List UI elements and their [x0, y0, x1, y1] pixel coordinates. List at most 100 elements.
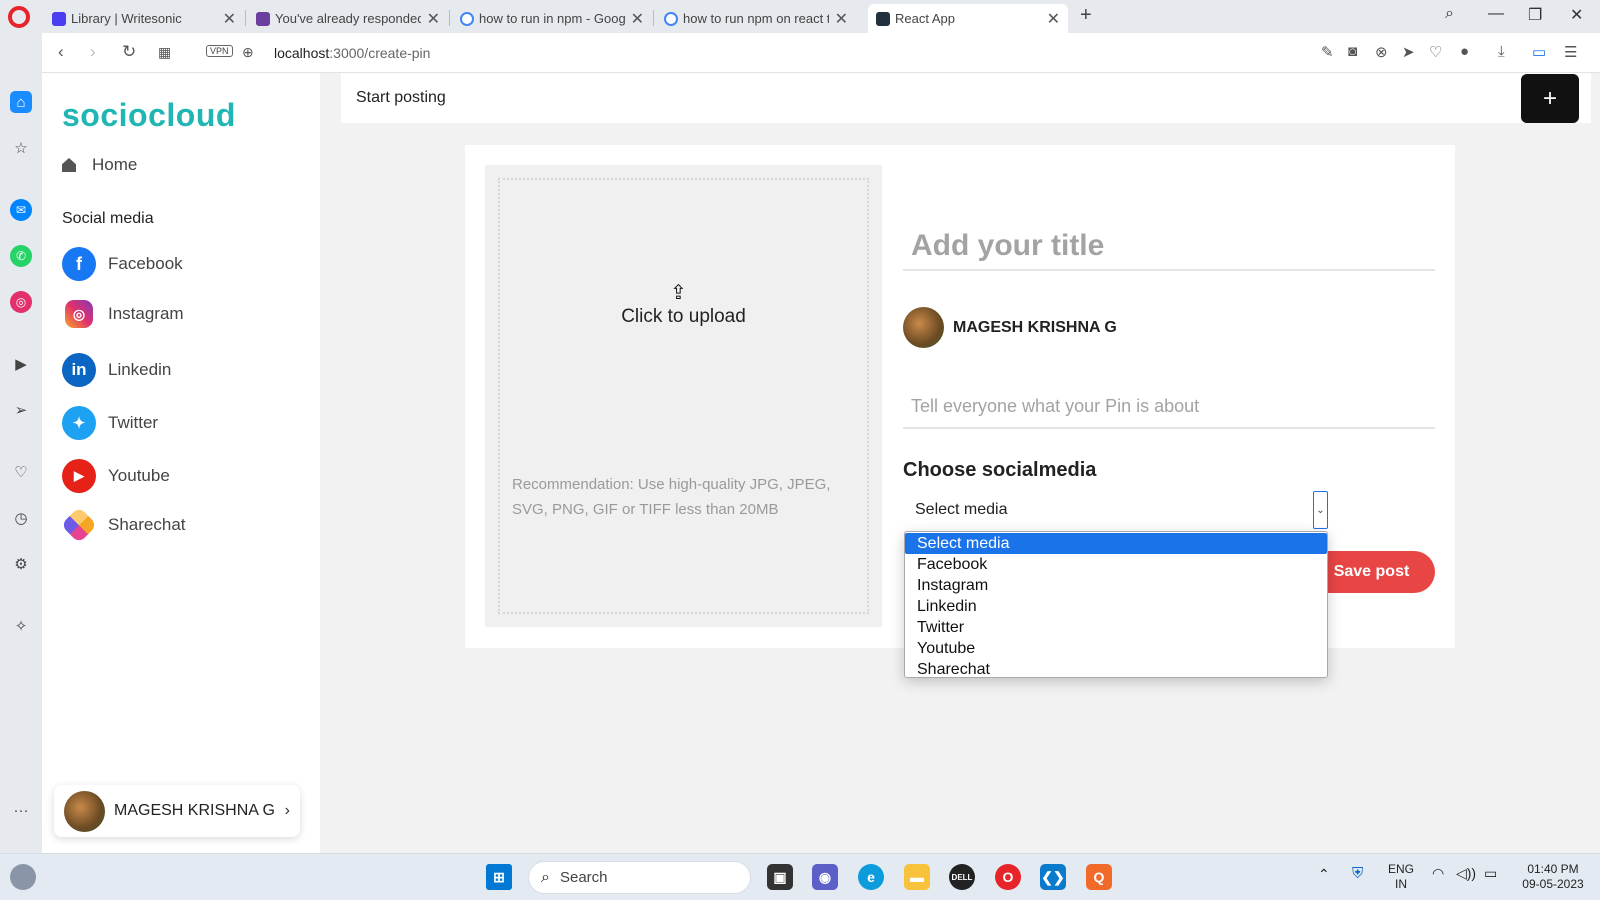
download-icon[interactable]: ⤓ — [1498, 43, 1505, 60]
home-icon[interactable]: ⌂ — [10, 91, 32, 113]
easy-setup-icon[interactable]: ☰ — [1564, 43, 1577, 61]
clock[interactable]: 01:40 PM 09-05-2023 — [1514, 862, 1592, 892]
socialmedia-dropdown: Select media Facebook Instagram Linkedin… — [904, 531, 1328, 678]
browser-search-icon[interactable]: ⌕ — [1445, 5, 1454, 23]
reload-icon[interactable]: ↻ — [122, 42, 136, 62]
sidebar-item-instagram[interactable]: ◎ Instagram — [62, 300, 184, 328]
send-icon[interactable]: ➤ — [1402, 43, 1415, 61]
whatsapp-icon[interactable]: ✆ — [10, 245, 32, 267]
dropdown-option-instagram[interactable]: Instagram — [905, 575, 1327, 596]
google-favicon-icon — [664, 11, 678, 26]
wifi-icon[interactable]: ◠ — [1432, 866, 1444, 881]
close-tab-icon[interactable]: ✕ — [427, 9, 440, 29]
chevron-down-icon[interactable]: ⌄ — [1313, 491, 1328, 529]
sidebar-item-home[interactable]: Home — [62, 155, 137, 175]
address-bar: ‹ › ↻ ▦ VPN ⊕ localhost:3000/create-pin … — [42, 33, 1600, 73]
url-field[interactable]: localhost:3000/create-pin — [274, 45, 430, 61]
battery-saver-icon[interactable]: ▭ — [1532, 43, 1546, 61]
chevron-up-icon[interactable]: ⌃ — [1318, 867, 1330, 882]
vpn-badge[interactable]: VPN — [206, 45, 233, 57]
volume-icon[interactable]: ◁)) — [1456, 866, 1476, 881]
browser-tab-google-2[interactable]: how to run npm on react to ✕ — [656, 4, 856, 33]
weather-icon[interactable] — [10, 864, 36, 890]
sidebar-item-sharechat[interactable]: Sharechat — [60, 506, 186, 544]
browser-tab-google-1[interactable]: how to run in npm - Googl ✕ — [452, 4, 652, 33]
close-window-icon[interactable]: ✕ — [1570, 5, 1583, 25]
dropdown-option-select-media[interactable]: Select media — [905, 533, 1327, 554]
minimize-icon[interactable]: — — [1488, 5, 1504, 23]
search-icon: ⌕ — [541, 868, 550, 886]
profile-icon[interactable]: ● — [1460, 43, 1469, 60]
dropdown-option-youtube[interactable]: Youtube — [905, 638, 1327, 659]
google-favicon-icon — [460, 11, 474, 26]
adblock-icon[interactable]: ⊗ — [1375, 43, 1388, 61]
dropdown-option-sharechat[interactable]: Sharechat — [905, 659, 1327, 680]
heart-icon[interactable]: ♡ — [1429, 43, 1442, 61]
edge-icon[interactable]: e — [858, 864, 884, 890]
create-post-button[interactable]: + — [1521, 74, 1579, 123]
windows-start-icon[interactable]: ⊞ — [486, 864, 512, 890]
vscode-icon[interactable]: ❮❯ — [1040, 864, 1066, 890]
avatar — [903, 307, 944, 348]
sidebar-item-label: Youtube — [108, 466, 170, 485]
brand-logo[interactable]: sociocloud — [62, 97, 236, 134]
battery-icon[interactable]: ▭ — [1484, 866, 1497, 881]
sidebar-item-youtube[interactable]: ▶ Youtube — [62, 459, 170, 493]
instagram-icon[interactable]: ◎ — [10, 291, 32, 313]
history-icon[interactable]: ◷ — [10, 507, 32, 529]
user-name: MAGESH KRISHNA G — [114, 802, 275, 819]
taskbar-search[interactable]: ⌕ Search — [528, 861, 751, 894]
bookmarks-icon[interactable]: ♡ — [10, 461, 32, 483]
settings-icon[interactable]: ⚙ — [10, 553, 32, 575]
flow-icon[interactable]: ➢ — [10, 399, 32, 421]
sidebar-item-label: Twitter — [108, 413, 159, 432]
facebook-icon: f — [62, 247, 96, 281]
sidebar-item-twitter[interactable]: ✦ Twitter — [62, 406, 158, 440]
new-tab-icon[interactable]: + — [1080, 4, 1092, 27]
dropdown-option-twitter[interactable]: Twitter — [905, 617, 1327, 638]
messenger-icon[interactable]: ✉ — [10, 199, 32, 221]
browser-tab-react-app[interactable]: React App ✕ — [868, 4, 1068, 33]
app-q-icon[interactable]: Q — [1086, 864, 1112, 890]
forms-favicon-icon — [256, 11, 270, 26]
upload-label: Click to upload — [621, 306, 746, 327]
close-tab-icon[interactable]: ✕ — [631, 9, 644, 29]
security-shield-icon[interactable]: ⛨ — [1352, 866, 1363, 881]
forward-icon[interactable]: › — [90, 42, 96, 62]
player-icon[interactable]: ▶ — [10, 353, 32, 375]
page-title: Start posting — [356, 89, 446, 106]
task-view-icon[interactable]: ▣ — [767, 864, 793, 890]
snapshot-icon[interactable]: ◙ — [1348, 43, 1357, 60]
back-icon[interactable]: ‹ — [58, 42, 64, 62]
user-profile-card[interactable]: MAGESH KRISHNA G › — [54, 785, 300, 837]
dropdown-option-facebook[interactable]: Facebook — [905, 554, 1327, 575]
teams-chat-icon[interactable]: ◉ — [812, 864, 838, 890]
tabs-grid-icon[interactable]: ▦ — [158, 44, 171, 61]
tips-icon[interactable]: ✧ — [10, 615, 32, 637]
about-input[interactable] — [903, 385, 1435, 429]
dropdown-option-linkedin[interactable]: Linkedin — [905, 596, 1327, 617]
chevron-right-icon: › — [284, 802, 290, 819]
app-sidebar: sociocloud Home Social media f Facebook … — [42, 73, 320, 853]
close-tab-icon[interactable]: ✕ — [223, 9, 236, 29]
title-input[interactable] — [903, 223, 1435, 271]
browser-tab-writesonic[interactable]: Library | Writesonic ✕ — [44, 4, 244, 33]
globe-icon: ⊕ — [242, 44, 254, 60]
close-tab-icon[interactable]: ✕ — [1047, 9, 1060, 29]
pinboards-icon[interactable]: ☆ — [10, 137, 32, 159]
language-indicator[interactable]: ENG IN — [1388, 862, 1414, 892]
file-explorer-icon[interactable]: ▬ — [904, 864, 930, 890]
opera-icon[interactable]: O — [995, 864, 1021, 890]
edit-icon[interactable]: ✎ — [1321, 43, 1334, 61]
opera-menu-icon[interactable] — [8, 6, 30, 28]
restore-icon[interactable]: ❐ — [1528, 5, 1542, 25]
upload-area[interactable]: ⇪ Click to upload Recommendation: Use hi… — [485, 165, 882, 627]
browser-tab-forms[interactable]: You've already responded ✕ — [248, 4, 448, 33]
more-icon[interactable]: ··· — [10, 799, 32, 821]
upload-dropzone[interactable]: ⇪ Click to upload Recommendation: Use hi… — [498, 178, 869, 614]
close-tab-icon[interactable]: ✕ — [835, 9, 848, 29]
dell-icon[interactable]: DELL — [949, 864, 975, 890]
socialmedia-select[interactable]: Select media ⌄ — [903, 491, 1328, 529]
sidebar-item-linkedin[interactable]: in Linkedin — [62, 353, 171, 387]
sidebar-item-facebook[interactable]: f Facebook — [62, 247, 183, 281]
